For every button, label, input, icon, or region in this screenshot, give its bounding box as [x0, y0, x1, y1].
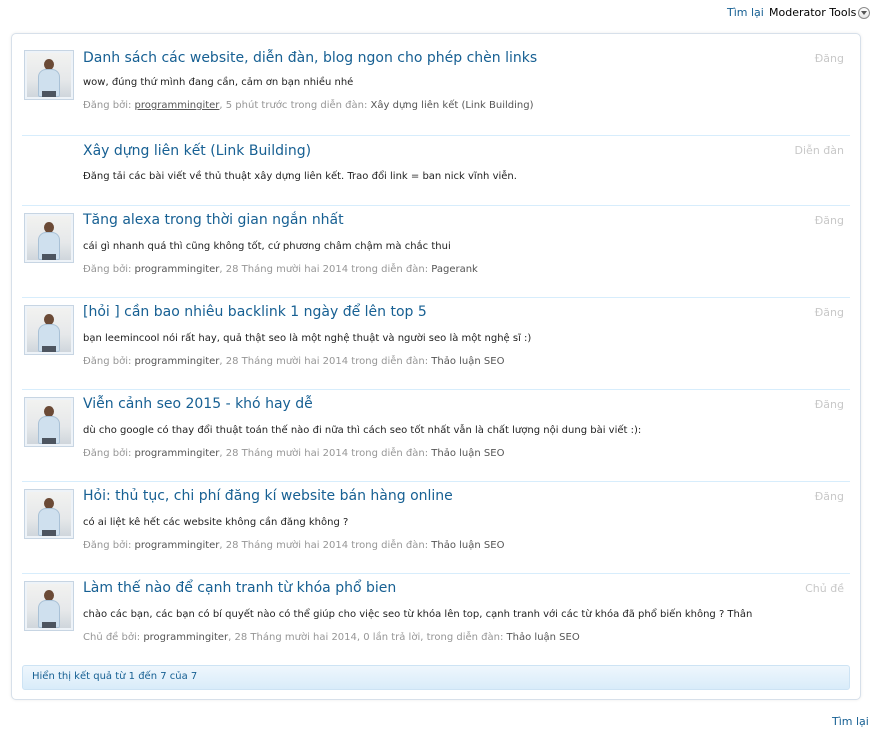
result-item: Viễn cảnh seo 2015 - khó hay dễ Đăng dù …	[22, 389, 850, 481]
avatar[interactable]	[24, 581, 74, 631]
result-meta: Đăng bởi: programmingiter, 5 phút trước …	[83, 100, 533, 111]
back-link-bottom[interactable]: Tìm lại	[832, 715, 869, 728]
chevron-down-icon	[858, 6, 871, 19]
result-title[interactable]: Tăng alexa trong thời gian ngắn nhất	[83, 212, 344, 228]
meta-middle: , 28 Tháng mười hai 2014 trong diễn đàn:	[219, 540, 432, 551]
result-type-label: Diễn đàn	[794, 144, 844, 157]
author-link[interactable]: programmingiter	[143, 632, 228, 643]
result-type-label: Đăng	[814, 398, 844, 411]
result-snippet: Đăng tải các bài viết về thủ thuật xây d…	[83, 171, 517, 182]
result-item: Xây dựng liên kết (Link Building) Diễn đ…	[22, 135, 850, 205]
meta-middle: , 28 Tháng mười hai 2014 trong diễn đàn:	[219, 356, 432, 367]
forum-link[interactable]: Thảo luận SEO	[431, 540, 504, 551]
result-item: [hỏi ] cần bao nhiêu backlink 1 ngày để …	[22, 297, 850, 389]
avatar[interactable]	[24, 397, 74, 447]
moderator-tools-label: Moderator Tools	[769, 6, 857, 19]
search-results-panel: Danh sách các website, diễn đàn, blog ng…	[11, 33, 861, 700]
result-snippet: cái gì nhanh quá thì cũng không tốt, cứ …	[83, 241, 451, 252]
result-type-label: Đăng	[814, 490, 844, 503]
forum-link[interactable]: Thảo luận SEO	[507, 632, 580, 643]
result-item: Hỏi: thủ tục, chi phí đăng kí website bá…	[22, 481, 850, 573]
result-title[interactable]: Viễn cảnh seo 2015 - khó hay dễ	[83, 396, 313, 412]
result-title[interactable]: Danh sách các website, diễn đàn, blog ng…	[83, 50, 537, 66]
results-summary: Hiển thị kết quả từ 1 đến 7 của 7	[32, 671, 198, 682]
author-link[interactable]: programmingiter	[135, 264, 220, 275]
result-title[interactable]: Làm thế nào để cạnh tranh từ khóa phổ bi…	[83, 580, 396, 596]
avatar[interactable]	[24, 213, 74, 263]
result-type-label: Chủ đề	[805, 582, 844, 595]
result-item: Danh sách các website, diễn đàn, blog ng…	[22, 50, 850, 134]
meta-prefix: Đăng bởi:	[83, 264, 135, 275]
meta-middle: , 28 Tháng mười hai 2014, 0 lần trả lời,…	[228, 632, 507, 643]
result-meta: Đăng bởi: programmingiter, 28 Tháng mười…	[83, 356, 504, 367]
moderator-tools-menu[interactable]: Moderator Tools	[769, 6, 871, 19]
result-title[interactable]: [hỏi ] cần bao nhiêu backlink 1 ngày để …	[83, 304, 427, 320]
result-meta: Đăng bởi: programmingiter, 28 Tháng mười…	[83, 448, 504, 459]
result-snippet: bạn leemincool nói rất hay, quả thật seo…	[83, 333, 532, 344]
meta-prefix: Đăng bởi:	[83, 540, 135, 551]
back-link-top[interactable]: Tìm lại	[727, 6, 764, 19]
author-link[interactable]: programmingiter	[135, 100, 220, 111]
forum-link[interactable]: Xây dựng liên kết (Link Building)	[371, 100, 534, 111]
result-type-label: Đăng	[814, 52, 844, 65]
result-item: Tăng alexa trong thời gian ngắn nhất Đăn…	[22, 205, 850, 297]
result-meta: Đăng bởi: programmingiter, 28 Tháng mười…	[83, 540, 504, 551]
result-item: Làm thế nào để cạnh tranh từ khóa phổ bi…	[22, 573, 850, 661]
meta-middle: , 28 Tháng mười hai 2014 trong diễn đàn:	[219, 448, 432, 459]
result-title[interactable]: Hỏi: thủ tục, chi phí đăng kí website bá…	[83, 488, 453, 504]
meta-middle: , 28 Tháng mười hai 2014 trong diễn đàn:	[219, 264, 432, 275]
result-snippet: dù cho google có thay đổi thuật toán thế…	[83, 425, 642, 436]
result-title[interactable]: Xây dựng liên kết (Link Building)	[83, 143, 311, 159]
result-snippet: có ai liệt kê hết các website không cần …	[83, 517, 349, 528]
result-meta: Chủ đề bởi: programmingiter, 28 Tháng mư…	[83, 632, 580, 643]
forum-link[interactable]: Thảo luận SEO	[431, 448, 504, 459]
avatar[interactable]	[24, 50, 74, 100]
forum-link[interactable]: Pagerank	[431, 264, 478, 275]
result-meta: Đăng bởi: programmingiter, 28 Tháng mười…	[83, 264, 478, 275]
forum-link[interactable]: Thảo luận SEO	[431, 356, 504, 367]
results-summary-bar: Hiển thị kết quả từ 1 đến 7 của 7	[22, 665, 850, 690]
author-link[interactable]: programmingiter	[135, 448, 220, 459]
avatar[interactable]	[24, 489, 74, 539]
meta-prefix: Đăng bởi:	[83, 448, 135, 459]
author-link[interactable]: programmingiter	[135, 540, 220, 551]
result-snippet: chào các bạn, các bạn có bí quyết nào có…	[83, 609, 753, 620]
meta-prefix: Chủ đề bởi:	[83, 632, 144, 643]
author-link[interactable]: programmingiter	[135, 356, 220, 367]
meta-prefix: Đăng bởi:	[83, 100, 135, 111]
avatar[interactable]	[24, 305, 74, 355]
top-bar: Tìm lại Moderator Tools	[0, 0, 880, 30]
result-type-label: Đăng	[814, 214, 844, 227]
meta-middle: , 5 phút trước trong diễn đàn:	[219, 100, 371, 111]
meta-prefix: Đăng bởi:	[83, 356, 135, 367]
result-snippet: wow, đúng thứ mình đang cần, cảm ơn bạn …	[83, 77, 354, 88]
result-type-label: Đăng	[814, 306, 844, 319]
